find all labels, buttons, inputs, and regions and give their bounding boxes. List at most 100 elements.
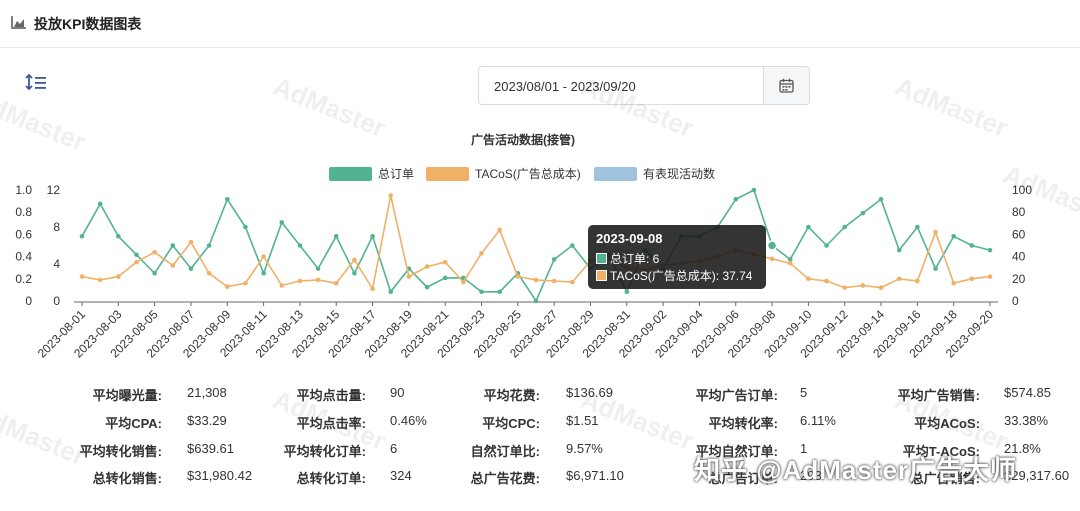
data-point-tacos[interactable] [406, 274, 412, 279]
data-point-orders[interactable] [279, 220, 285, 225]
data-point-tacos[interactable] [170, 263, 176, 268]
data-point-orders[interactable] [479, 289, 484, 295]
legend-item-tacos[interactable]: TACoS(广告总成本) [426, 167, 581, 181]
legend-item-orders[interactable]: 总订单 [329, 167, 414, 181]
data-point-orders[interactable] [806, 224, 811, 230]
data-point-orders[interactable] [933, 266, 938, 271]
y-right-tick: 40 [1012, 250, 1026, 264]
data-point-tacos[interactable] [461, 279, 466, 285]
data-point-tacos[interactable] [116, 274, 121, 279]
data-point-tacos[interactable] [224, 284, 230, 289]
data-point-orders[interactable] [79, 233, 85, 239]
data-point-orders[interactable] [624, 289, 630, 295]
data-point-orders[interactable] [987, 247, 993, 253]
y-left-outer-tick: 1.0 [15, 183, 32, 197]
data-point-orders[interactable] [224, 196, 230, 202]
data-point-tacos[interactable] [551, 278, 557, 284]
data-point-orders[interactable] [243, 224, 248, 230]
legend-item-active-campaigns[interactable]: 有表现活动数 [594, 166, 715, 181]
data-point-orders[interactable] [533, 298, 539, 304]
data-point-tacos[interactable] [497, 227, 502, 233]
data-point-orders[interactable] [188, 266, 194, 271]
data-point-orders[interactable] [497, 289, 502, 295]
y-left-outer-tick: 0.4 [15, 250, 32, 264]
data-point-tacos[interactable] [915, 278, 920, 284]
data-point-orders[interactable] [551, 257, 557, 262]
date-range-picker[interactable]: 2023/08/01 - 2023/09/20 [478, 66, 810, 105]
data-point-orders[interactable] [388, 289, 394, 295]
data-point-tacos[interactable] [896, 276, 902, 282]
kpi-stat-label: 平均广告销售: [897, 388, 980, 403]
data-point-tacos[interactable] [315, 277, 321, 283]
y-left-inner-tick: 4 [53, 257, 60, 271]
data-point-tacos[interactable] [79, 274, 85, 279]
data-point-orders[interactable] [170, 243, 176, 248]
data-point-tacos[interactable] [824, 278, 829, 284]
tooltip-orders-text: 总订单: 6 [610, 252, 660, 266]
data-point-tacos[interactable] [533, 277, 539, 283]
data-point-orders[interactable] [896, 247, 902, 253]
data-point-orders[interactable] [842, 224, 848, 230]
hovered-point-orders[interactable] [766, 240, 778, 251]
data-point-orders[interactable] [878, 196, 884, 202]
data-point-orders[interactable] [860, 210, 866, 216]
data-point-tacos[interactable] [860, 283, 866, 288]
data-point-tacos[interactable] [152, 249, 157, 255]
y-right-tick: 60 [1012, 227, 1026, 241]
data-point-tacos[interactable] [243, 280, 248, 286]
sort-toggle-button[interactable] [24, 72, 50, 94]
data-point-orders[interactable] [824, 243, 829, 248]
data-point-orders[interactable] [97, 201, 103, 207]
data-point-tacos[interactable] [188, 239, 194, 245]
data-point-tacos[interactable] [787, 260, 793, 266]
data-point-orders[interactable] [570, 243, 575, 248]
data-point-tacos[interactable] [479, 250, 484, 256]
data-point-tacos[interactable] [134, 259, 139, 265]
calendar-icon [779, 78, 794, 93]
data-point-orders[interactable] [915, 224, 920, 230]
data-point-orders[interactable] [751, 187, 757, 193]
data-point-orders[interactable] [333, 233, 339, 239]
data-point-orders[interactable] [315, 266, 321, 271]
data-point-tacos[interactable] [261, 254, 266, 259]
data-point-tacos[interactable] [206, 270, 212, 276]
data-point-tacos[interactable] [842, 285, 848, 290]
data-point-orders[interactable] [969, 243, 975, 248]
data-point-tacos[interactable] [97, 277, 103, 283]
data-point-tacos[interactable] [951, 280, 956, 286]
data-point-tacos[interactable] [424, 264, 430, 269]
data-point-orders[interactable] [297, 243, 303, 248]
data-point-orders[interactable] [134, 252, 139, 258]
data-point-orders[interactable] [442, 275, 448, 281]
data-point-orders[interactable] [951, 233, 956, 239]
data-point-tacos[interactable] [297, 278, 303, 284]
data-point-tacos[interactable] [333, 280, 339, 286]
data-point-orders[interactable] [370, 233, 375, 239]
series-line-tacos [81, 195, 991, 291]
data-point-orders[interactable] [116, 233, 121, 239]
data-point-orders[interactable] [352, 270, 357, 276]
data-point-tacos[interactable] [388, 193, 394, 198]
data-point-orders[interactable] [733, 196, 739, 202]
area-chart-icon [11, 16, 26, 29]
data-point-tacos[interactable] [370, 286, 375, 292]
data-point-orders[interactable] [152, 270, 157, 276]
data-point-tacos[interactable] [987, 274, 993, 279]
data-point-orders[interactable] [424, 284, 430, 290]
data-point-tacos[interactable] [769, 256, 775, 262]
data-point-tacos[interactable] [933, 229, 938, 235]
data-point-tacos[interactable] [279, 283, 285, 288]
data-point-tacos[interactable] [442, 259, 448, 265]
date-range-value[interactable]: 2023/08/01 - 2023/09/20 [494, 79, 636, 94]
data-point-tacos[interactable] [969, 276, 975, 282]
data-point-tacos[interactable] [878, 285, 884, 290]
data-point-tacos[interactable] [515, 274, 521, 279]
data-point-tacos[interactable] [806, 276, 811, 282]
data-point-orders[interactable] [261, 270, 266, 276]
data-point-tacos[interactable] [570, 279, 575, 285]
data-point-tacos[interactable] [352, 257, 357, 263]
calendar-button[interactable] [763, 67, 809, 104]
data-point-orders[interactable] [206, 243, 212, 248]
kpi-stat-value: $574.85 [1004, 385, 1051, 400]
tooltip-date: 2023-09-08 [596, 231, 663, 246]
